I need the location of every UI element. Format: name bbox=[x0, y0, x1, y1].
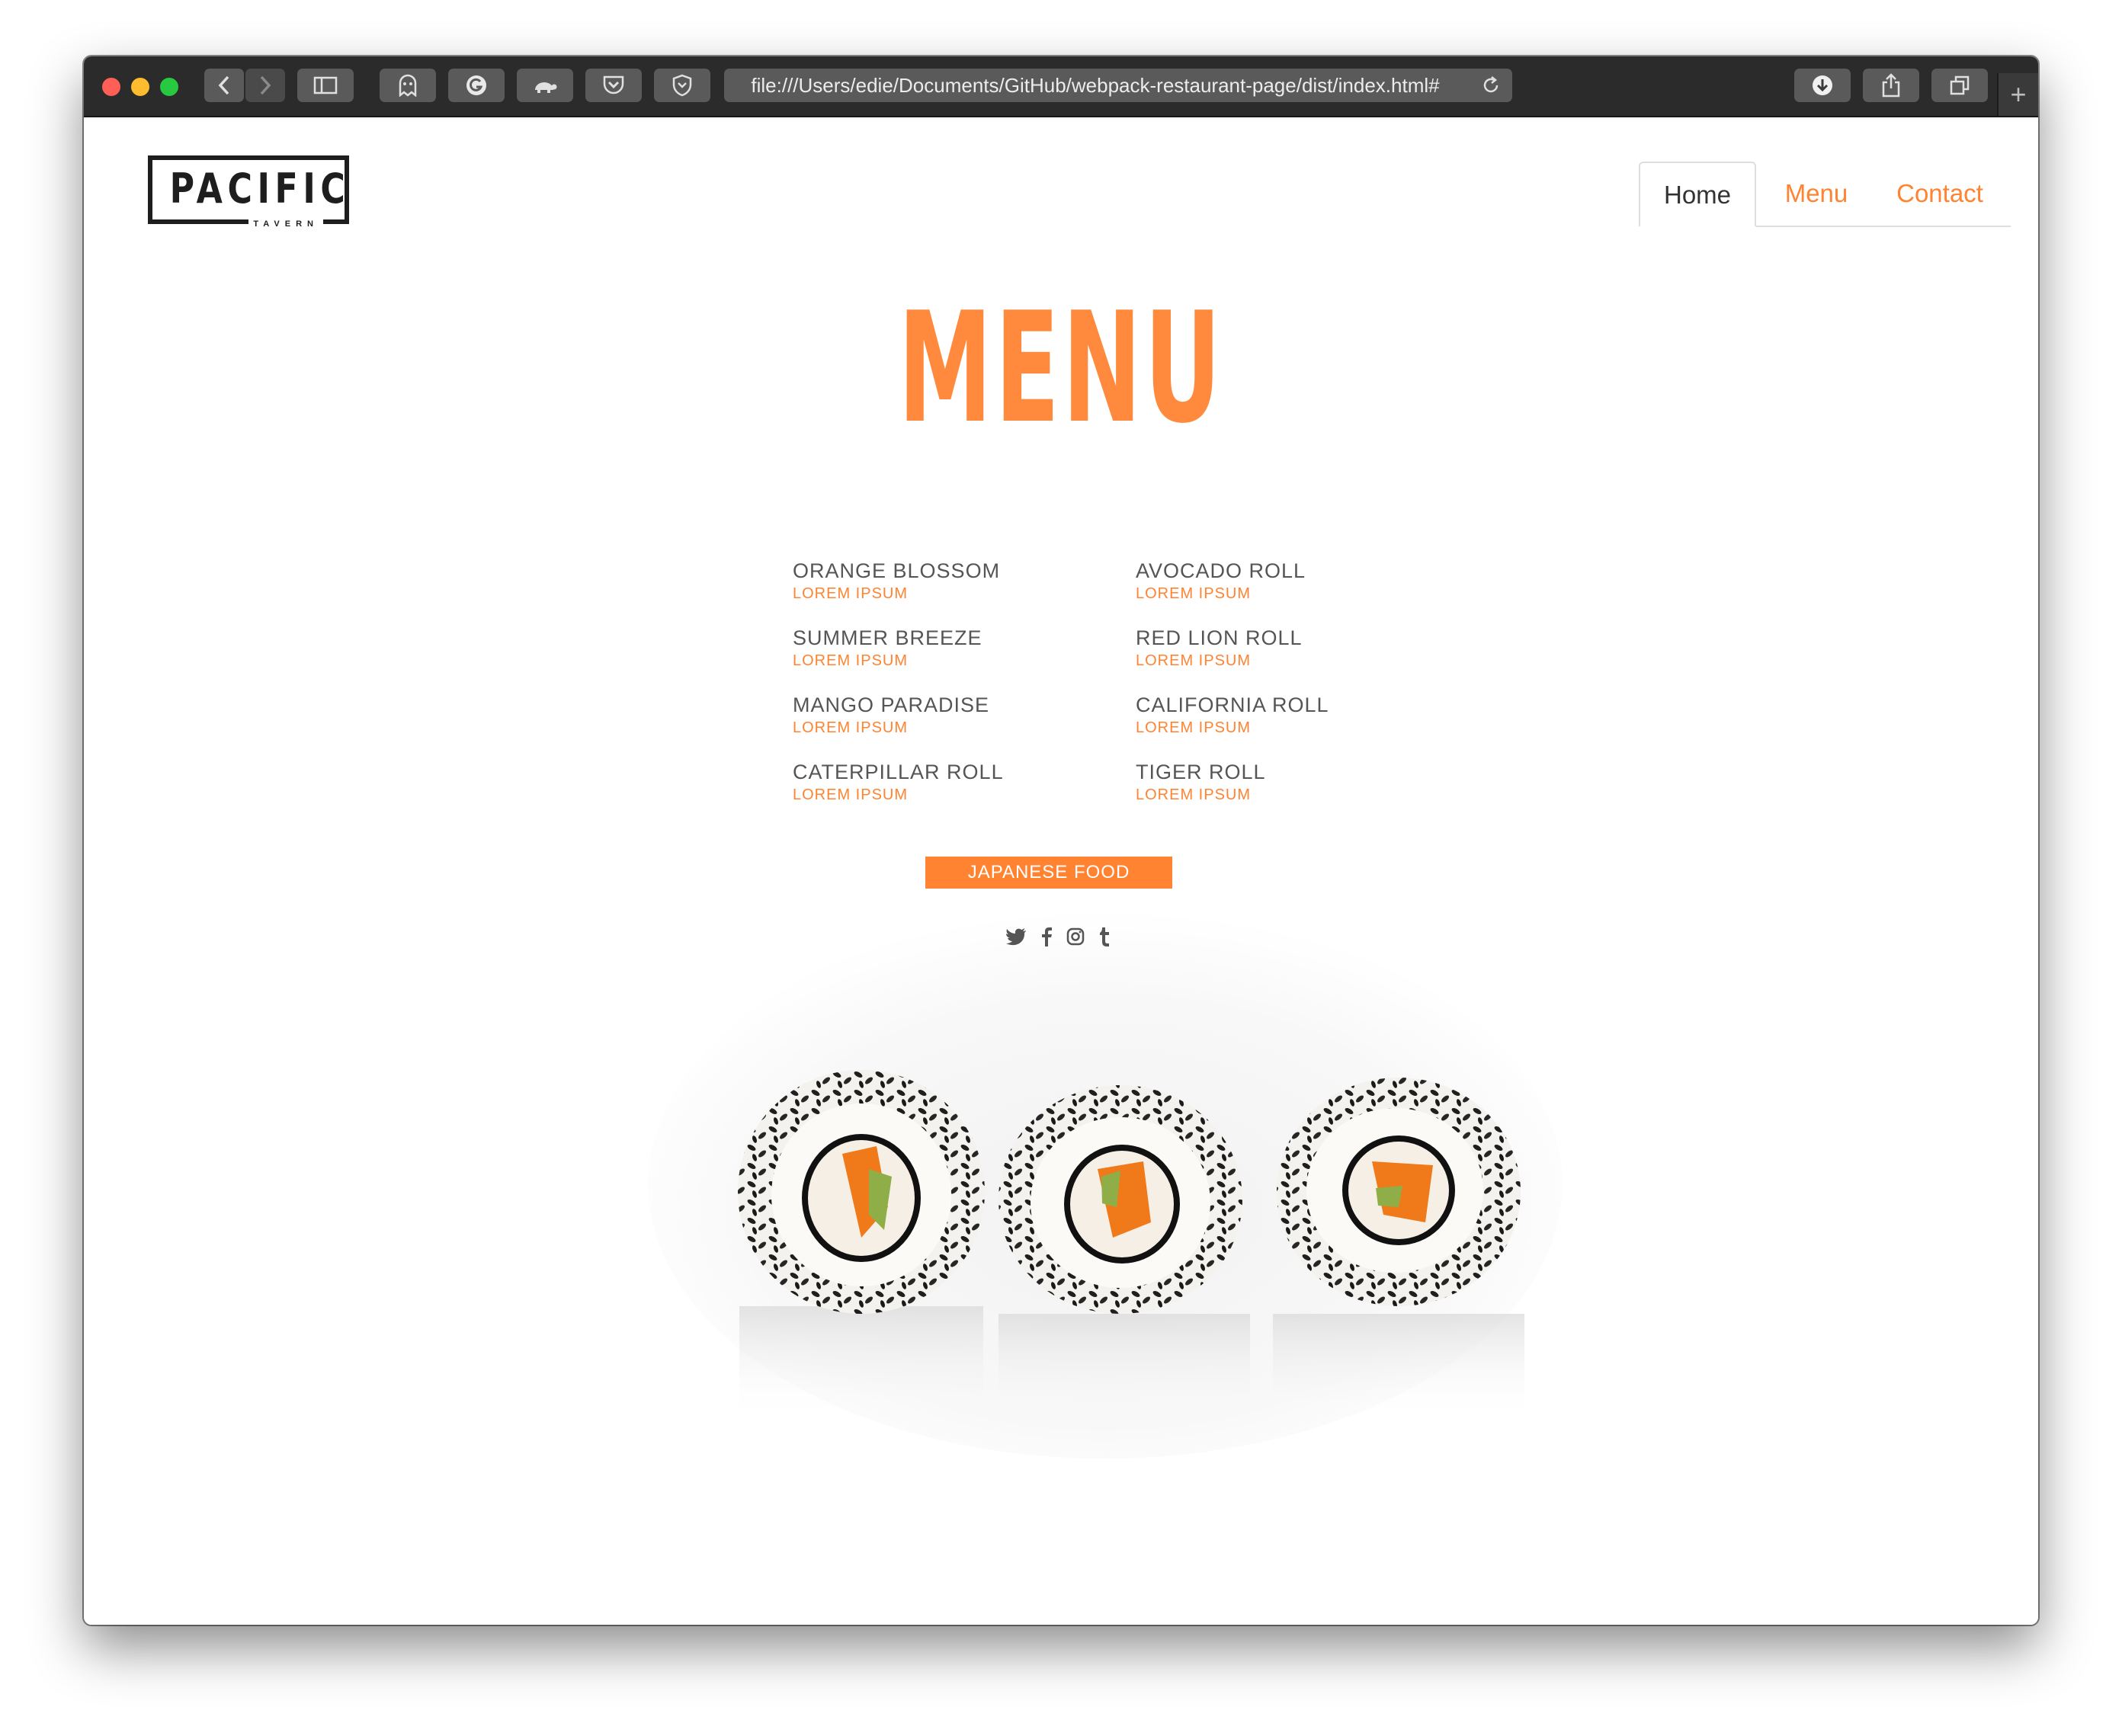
shield-icon bbox=[672, 74, 692, 97]
menu-item-desc: LOREM IPSUM bbox=[793, 719, 909, 736]
logo[interactable]: PACIFIC TAVERN bbox=[148, 155, 351, 229]
forward-button[interactable] bbox=[245, 69, 285, 102]
category-badge: JAPANESE FOOD bbox=[925, 857, 1172, 889]
sidebar-icon bbox=[313, 76, 338, 94]
sushi-roll-2 bbox=[998, 1085, 1250, 1421]
reload-icon[interactable] bbox=[1480, 75, 1502, 96]
minimize-window-button[interactable] bbox=[131, 78, 149, 96]
share-icon bbox=[1882, 73, 1900, 98]
logo-tagline: TAVERN bbox=[248, 219, 323, 229]
pocket-icon bbox=[603, 75, 624, 94]
pocket-button[interactable] bbox=[585, 69, 642, 102]
menu-item-name: CALIFORNIA ROLL bbox=[1136, 693, 1329, 716]
chevron-left-icon bbox=[218, 75, 229, 95]
menu-item-name: ORANGE BLOSSOM bbox=[793, 559, 1001, 582]
browser-toolbar: file:///Users/edie/Documents/GitHub/webp… bbox=[84, 56, 2038, 117]
page-content: PACIFIC TAVERN Home Menu Contact MENU OR… bbox=[84, 117, 2038, 1625]
url-text: file:///Users/edie/Documents/GitHub/webp… bbox=[751, 74, 1440, 97]
browser-window: file:///Users/edie/Documents/GitHub/webp… bbox=[84, 56, 2038, 1625]
menu-item-desc: LOREM IPSUM bbox=[1136, 719, 1252, 736]
nav-tabs: Home Menu Contact bbox=[1639, 162, 2011, 227]
ghostery-extension-button[interactable] bbox=[380, 69, 436, 102]
menu-item-desc: LOREM IPSUM bbox=[1136, 786, 1252, 803]
tumblr-icon[interactable] bbox=[1093, 925, 1116, 948]
menu-item-desc: LOREM IPSUM bbox=[793, 786, 909, 803]
shield-extension-button[interactable] bbox=[654, 69, 710, 102]
menu-item-name: TIGER ROLL bbox=[1136, 761, 1266, 783]
tab-home[interactable]: Home bbox=[1639, 162, 1756, 227]
new-tab-button[interactable]: + bbox=[1997, 73, 2038, 116]
share-button[interactable] bbox=[1863, 69, 1919, 102]
menu-item-name: RED LION ROLL bbox=[1136, 626, 1303, 649]
menu-item-name: AVOCADO ROLL bbox=[1136, 559, 1306, 582]
chevron-right-icon bbox=[260, 75, 271, 95]
ghost-icon bbox=[399, 74, 417, 97]
grammarly-icon bbox=[466, 75, 486, 95]
sushi-image bbox=[648, 910, 1563, 1459]
back-button[interactable] bbox=[204, 69, 244, 102]
page-title: MENU bbox=[898, 280, 1224, 457]
extension-button[interactable] bbox=[517, 69, 573, 102]
menu-item-name: SUMMER BREEZE bbox=[793, 626, 982, 649]
tab-overview-button[interactable] bbox=[1931, 69, 1988, 102]
logo-name: PACIFIC bbox=[169, 165, 351, 213]
menu-item-desc: LOREM IPSUM bbox=[793, 652, 909, 669]
instagram-icon[interactable] bbox=[1064, 925, 1087, 948]
sidebar-button[interactable] bbox=[297, 69, 354, 102]
menu-item-name: CATERPILLAR ROLL bbox=[793, 761, 1004, 783]
menu-item-desc: LOREM IPSUM bbox=[1136, 585, 1252, 602]
menu-item-desc: LOREM IPSUM bbox=[793, 585, 909, 602]
sushi-roll-1 bbox=[738, 1070, 985, 1421]
zoom-window-button[interactable] bbox=[160, 78, 178, 96]
tab-menu[interactable]: Menu bbox=[1761, 162, 1872, 226]
twitter-icon[interactable] bbox=[1005, 925, 1027, 948]
download-icon bbox=[1813, 75, 1832, 95]
tab-contact[interactable]: Contact bbox=[1875, 162, 2005, 226]
menu-item-desc: LOREM IPSUM bbox=[1136, 652, 1252, 669]
turtle-icon bbox=[535, 82, 557, 93]
address-bar[interactable]: file:///Users/edie/Documents/GitHub/webp… bbox=[724, 69, 1512, 102]
sushi-roll-3 bbox=[1273, 1078, 1524, 1421]
menu-item-name: MANGO PARADISE bbox=[793, 693, 990, 716]
tabs-icon bbox=[1950, 75, 1970, 95]
close-window-button[interactable] bbox=[102, 78, 120, 96]
facebook-icon[interactable] bbox=[1035, 925, 1058, 948]
downloads-button[interactable] bbox=[1794, 69, 1851, 102]
grammarly-extension-button[interactable] bbox=[448, 69, 505, 102]
